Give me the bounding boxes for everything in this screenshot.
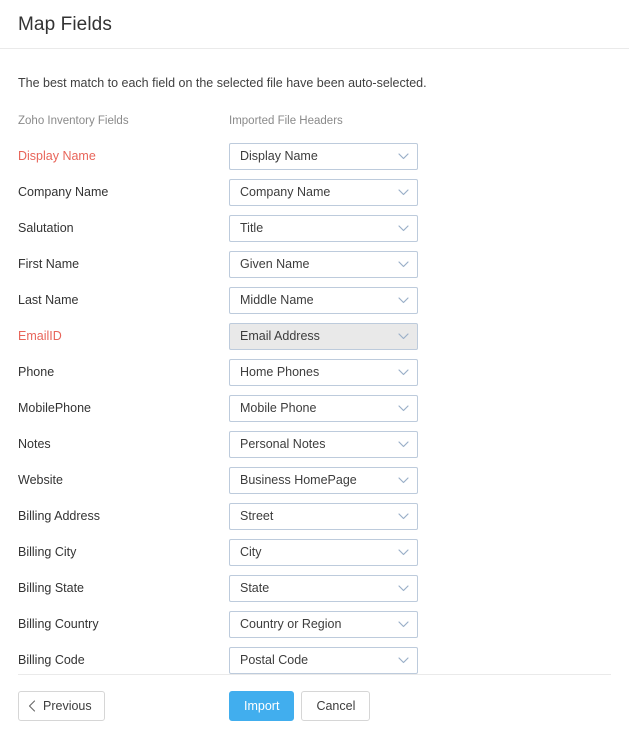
field-label: EmailID — [18, 330, 229, 343]
field-label: Last Name — [18, 294, 229, 307]
field-mapping-row: Billing CityCity — [18, 535, 611, 571]
field-mapping-row: Company NameCompany Name — [18, 175, 611, 211]
cancel-button[interactable]: Cancel — [301, 691, 370, 721]
field-label: MobilePhone — [18, 402, 229, 415]
field-mapping-row: Billing AddressStreet — [18, 499, 611, 535]
header-select[interactable]: Country or Region — [229, 611, 418, 638]
field-mapping-row: Display NameDisplay Name — [18, 139, 611, 175]
column-headings: Zoho Inventory Fields Imported File Head… — [18, 115, 611, 127]
header-select[interactable]: Title — [229, 215, 418, 242]
page-title: Map Fields — [18, 15, 112, 34]
footer-right-group: Import Cancel — [229, 691, 370, 721]
header-select-wrapper: Personal Notes — [229, 431, 418, 458]
field-mapping-row: NotesPersonal Notes — [18, 427, 611, 463]
field-label: Billing City — [18, 546, 229, 559]
header-select[interactable]: Given Name — [229, 251, 418, 278]
previous-button[interactable]: Previous — [18, 691, 105, 721]
header-select-wrapper: Home Phones — [229, 359, 418, 386]
previous-button-label: Previous — [43, 700, 92, 713]
header-select[interactable]: Display Name — [229, 143, 418, 170]
header-select[interactable]: Mobile Phone — [229, 395, 418, 422]
header-select[interactable]: Company Name — [229, 179, 418, 206]
footer-actions: Previous Import Cancel — [18, 691, 611, 739]
field-label: Salutation — [18, 222, 229, 235]
field-mapping-row: EmailIDEmail Address — [18, 319, 611, 355]
field-label: Billing State — [18, 582, 229, 595]
footer-left-group: Previous — [18, 691, 229, 721]
field-label: Company Name — [18, 186, 229, 199]
header-select-wrapper: Company Name — [229, 179, 418, 206]
column-header-zoho-fields: Zoho Inventory Fields — [18, 115, 229, 127]
import-button[interactable]: Import — [229, 691, 294, 721]
field-label: Billing Country — [18, 618, 229, 631]
field-label: Notes — [18, 438, 229, 451]
header-select[interactable]: City — [229, 539, 418, 566]
header-select[interactable]: Street — [229, 503, 418, 530]
header-select-wrapper: Country or Region — [229, 611, 418, 638]
header-select[interactable]: Home Phones — [229, 359, 418, 386]
field-label: First Name — [18, 258, 229, 271]
main-content: The best match to each field on the sele… — [0, 75, 629, 679]
header-select-wrapper: Mobile Phone — [229, 395, 418, 422]
field-label: Phone — [18, 366, 229, 379]
field-mapping-row: MobilePhoneMobile Phone — [18, 391, 611, 427]
field-mapping-row: WebsiteBusiness HomePage — [18, 463, 611, 499]
field-mapping-row: Billing CountryCountry or Region — [18, 607, 611, 643]
header-select[interactable]: Postal Code — [229, 647, 418, 674]
field-label: Website — [18, 474, 229, 487]
footer: Previous Import Cancel — [0, 674, 629, 739]
header-select-wrapper: Display Name — [229, 143, 418, 170]
header-select[interactable]: Email Address — [229, 323, 418, 350]
header-select[interactable]: Personal Notes — [229, 431, 418, 458]
header-select-wrapper: Title — [229, 215, 418, 242]
header-select-wrapper: State — [229, 575, 418, 602]
field-mapping-row: SalutationTitle — [18, 211, 611, 247]
field-label: Display Name — [18, 150, 229, 163]
chevron-left-icon — [28, 700, 36, 712]
header-select-wrapper: Business HomePage — [229, 467, 418, 494]
field-label: Billing Code — [18, 654, 229, 667]
header-select-wrapper: City — [229, 539, 418, 566]
header-select-wrapper: Email Address — [229, 323, 418, 350]
header-select-wrapper: Postal Code — [229, 647, 418, 674]
column-header-imported-headers: Imported File Headers — [229, 115, 611, 127]
field-mapping-list: Display NameDisplay NameCompany NameComp… — [18, 139, 611, 679]
header-select-wrapper: Street — [229, 503, 418, 530]
page-header: Map Fields — [0, 0, 629, 49]
header-select[interactable]: Business HomePage — [229, 467, 418, 494]
header-select-wrapper: Given Name — [229, 251, 418, 278]
header-select-wrapper: Middle Name — [229, 287, 418, 314]
field-mapping-row: First NameGiven Name — [18, 247, 611, 283]
field-mapping-row: Billing StateState — [18, 571, 611, 607]
intro-text: The best match to each field on the sele… — [18, 75, 611, 93]
header-select[interactable]: State — [229, 575, 418, 602]
field-mapping-row: PhoneHome Phones — [18, 355, 611, 391]
footer-divider — [18, 674, 611, 675]
field-label: Billing Address — [18, 510, 229, 523]
field-mapping-row: Last NameMiddle Name — [18, 283, 611, 319]
header-select[interactable]: Middle Name — [229, 287, 418, 314]
